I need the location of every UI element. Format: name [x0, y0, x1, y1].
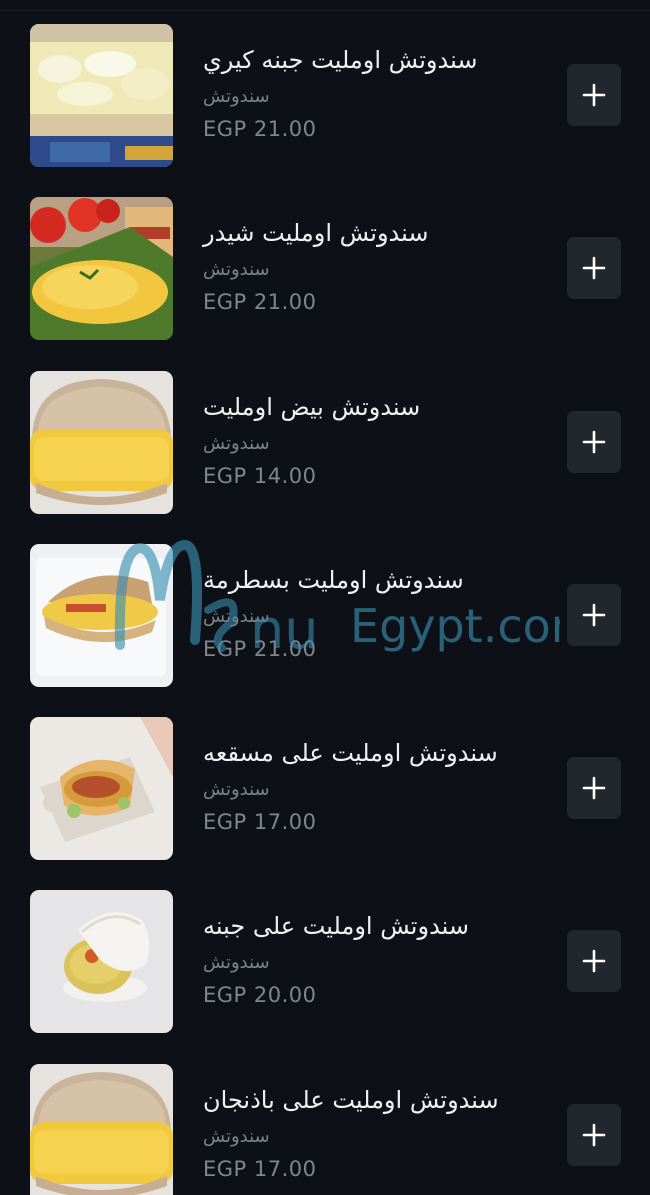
item-title: سندوتش اومليت شيدر — [203, 219, 429, 247]
item-title: سندوتش اومليت جبنه كيري — [203, 46, 478, 74]
add-to-cart-button[interactable] — [567, 1104, 621, 1166]
plus-icon — [582, 603, 606, 627]
item-category: سندوتش — [203, 259, 270, 280]
item-category: سندوتش — [203, 779, 270, 800]
item-image — [30, 371, 173, 514]
menu-item-list: سندوتش اومليت جبنه كيري سندوتش EGP 21.00 — [0, 0, 650, 1195]
item-category: سندوتش — [203, 1126, 270, 1147]
item-category: سندوتش — [203, 952, 270, 973]
item-title: سندوتش اومليت على مسقعه — [203, 739, 498, 767]
item-title: سندوتش بيض اومليت — [203, 393, 421, 421]
item-image — [30, 890, 173, 1033]
add-to-cart-button[interactable] — [567, 930, 621, 992]
menu-item[interactable]: سندوتش اومليت على باذنجان سندوتش EGP 17.… — [0, 1064, 650, 1195]
plus-icon — [582, 949, 606, 973]
item-image — [30, 1064, 173, 1195]
item-price: EGP 21.00 — [203, 290, 317, 314]
item-price: EGP 21.00 — [203, 637, 317, 661]
item-image — [30, 544, 173, 687]
item-price: EGP 17.00 — [203, 810, 317, 834]
divider — [0, 10, 650, 11]
menu-item[interactable]: سندوتش اومليت على جبنه سندوتش EGP 20.00 — [0, 890, 650, 1063]
add-to-cart-button[interactable] — [567, 757, 621, 819]
add-to-cart-button[interactable] — [567, 411, 621, 473]
menu-item[interactable]: سندوتش اومليت بسطرمة سندوتش EGP 21.00 — [0, 544, 650, 717]
item-title: سندوتش اومليت بسطرمة — [203, 566, 464, 594]
menu-item[interactable]: سندوتش اومليت على مسقعه سندوتش EGP 17.00 — [0, 717, 650, 890]
menu-item[interactable]: سندوتش اومليت جبنه كيري سندوتش EGP 21.00 — [0, 24, 650, 197]
plus-icon — [582, 83, 606, 107]
add-to-cart-button[interactable] — [567, 64, 621, 126]
item-price: EGP 20.00 — [203, 983, 317, 1007]
item-category: سندوتش — [203, 86, 270, 107]
item-title: سندوتش اومليت على جبنه — [203, 912, 470, 940]
add-to-cart-button[interactable] — [567, 584, 621, 646]
plus-icon — [582, 1123, 606, 1147]
plus-icon — [582, 430, 606, 454]
item-image — [30, 717, 173, 860]
add-to-cart-button[interactable] — [567, 237, 621, 299]
item-image — [30, 197, 173, 340]
plus-icon — [582, 776, 606, 800]
item-category: سندوتش — [203, 606, 270, 627]
menu-item[interactable]: سندوتش اومليت شيدر سندوتش EGP 21.00 — [0, 197, 650, 370]
item-category: سندوتش — [203, 433, 270, 454]
item-price: EGP 17.00 — [203, 1157, 317, 1181]
item-price: EGP 21.00 — [203, 117, 317, 141]
item-title: سندوتش اومليت على باذنجان — [203, 1086, 499, 1114]
item-image — [30, 24, 173, 167]
item-price: EGP 14.00 — [203, 464, 317, 488]
menu-item[interactable]: سندوتش بيض اومليت سندوتش EGP 14.00 — [0, 371, 650, 544]
plus-icon — [582, 256, 606, 280]
